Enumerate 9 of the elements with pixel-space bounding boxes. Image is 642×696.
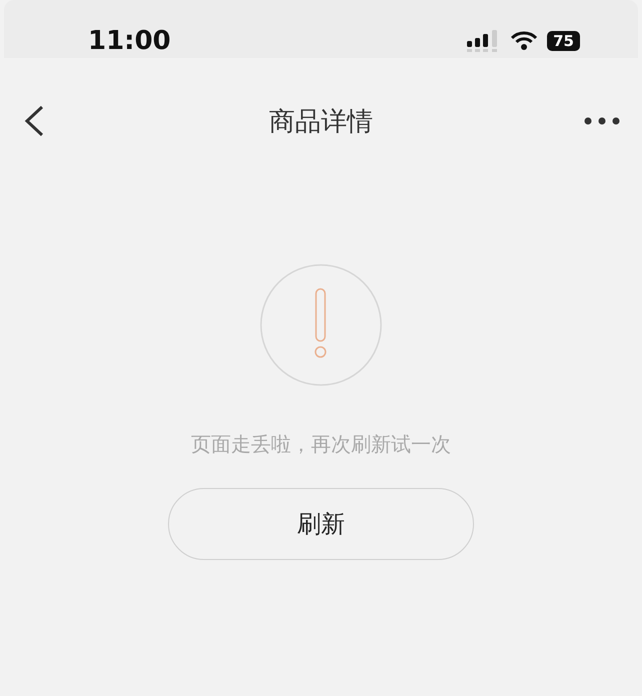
refresh-button[interactable]: 刷新 <box>168 488 474 560</box>
battery-icon: 75 <box>547 31 580 51</box>
back-icon[interactable] <box>22 104 46 138</box>
more-icon[interactable] <box>584 117 620 125</box>
warning-icon <box>259 263 383 387</box>
status-time: 11:00 <box>88 26 171 58</box>
error-message: 页面走丢啦，再次刷新试一次 <box>191 431 451 458</box>
wifi-icon <box>511 31 538 51</box>
page-title: 商品详情 <box>269 106 373 136</box>
